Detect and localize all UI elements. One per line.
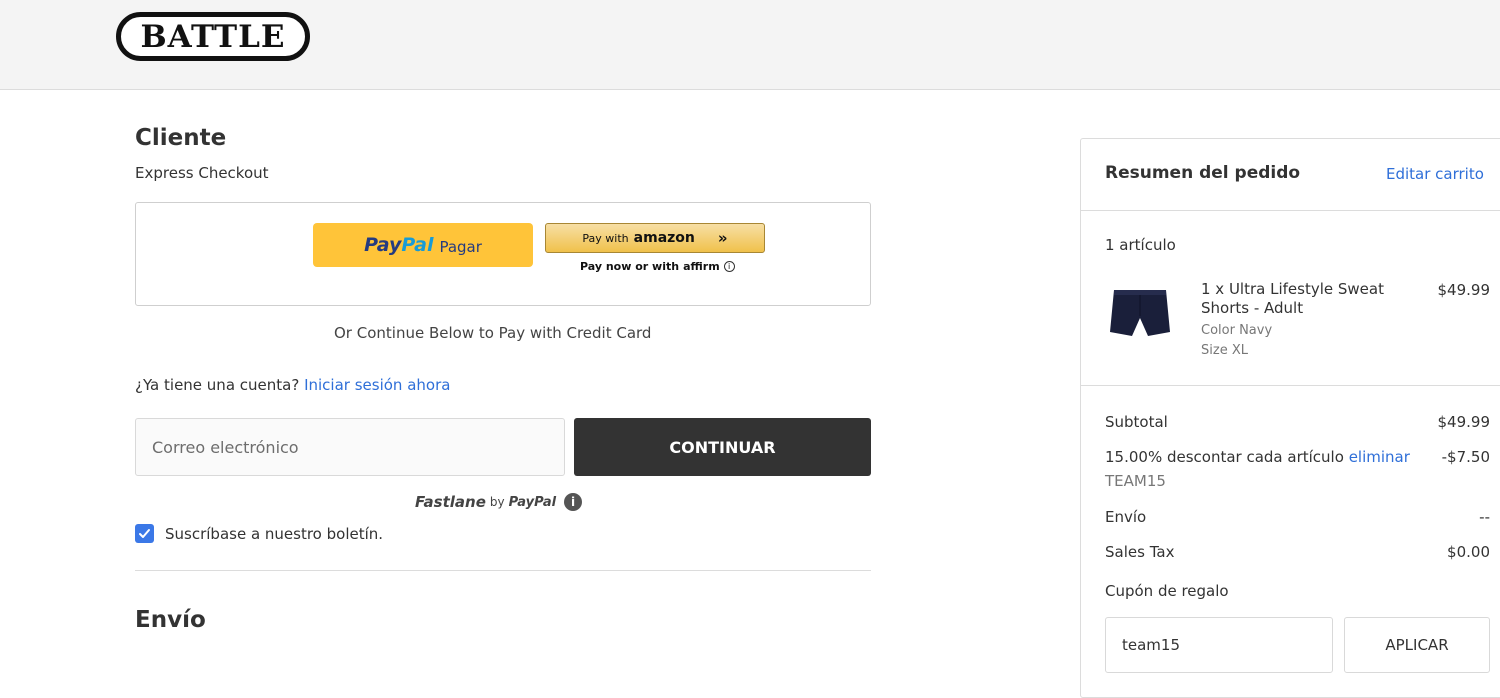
summary-divider [1080,210,1500,211]
product-image-shorts[interactable] [1108,286,1172,342]
paypal-pay-button[interactable]: PayPal Pagar [313,223,533,267]
subtotal-value: $49.99 [1437,413,1491,431]
double-chevron-right-icon: » [717,229,728,247]
battle-logo[interactable]: BATTLE [116,12,310,61]
paypal-pay-label: Pagar [439,237,482,256]
signin-link[interactable]: Iniciar sesión ahora [304,376,450,394]
amazon-pay-prefix: Pay with [582,231,629,245]
customer-section-title: Cliente [135,125,227,151]
tax-label: Sales Tax [1105,543,1175,561]
order-summary-title: Resumen del pedido [1105,163,1301,183]
account-question: ¿Ya tiene una cuenta? [135,376,300,394]
email-input[interactable] [135,418,565,476]
apply-coupon-button[interactable]: APLICAR [1344,617,1490,673]
checkmark-icon [139,529,150,538]
fastlane-by: by [489,495,505,509]
amazon-logo: amazon [633,230,695,246]
credit-card-note: Or Continue Below to Pay with Credit Car… [334,324,652,342]
affirm-text: Pay now or with [580,260,680,273]
fastlane-by-paypal: Fastlane by PayPal i [415,493,583,511]
fastlane-logo: Fastlane [415,493,486,511]
remove-discount-link[interactable]: eliminar [1349,448,1410,466]
info-icon[interactable]: i [723,261,735,272]
gift-coupon-label: Cupón de regalo [1105,582,1229,600]
logo-text: BATTLE [140,18,286,55]
affirm-logo: affirm [683,260,720,273]
shipping-section-title: Envío [135,607,206,633]
newsletter-label: Suscríbase a nuestro boletín. [165,525,384,543]
express-checkout-label: Express Checkout [135,164,269,182]
product-color: Color Navy [1201,323,1273,338]
newsletter-checkbox[interactable] [135,524,154,543]
coupon-input[interactable] [1105,617,1333,673]
discount-value: -$7.50 [1441,448,1490,466]
section-divider [135,570,871,571]
paypal-logo: PayPal [364,234,434,256]
product-size: Size XL [1201,343,1248,358]
summary-divider [1080,385,1500,386]
discount-label: 15.00% descontar cada artículo [1105,448,1344,466]
amazon-pay-button[interactable]: Pay with amazon » [545,223,765,253]
shipping-value: -- [1479,508,1490,526]
info-icon[interactable]: i [564,493,583,511]
shipping-label: Envío [1105,508,1147,526]
fastlane-paypal: PayPal [508,494,557,510]
affirm-message: Pay now or with affirm i [580,260,735,273]
subtotal-label: Subtotal [1105,413,1168,431]
account-prompt: ¿Ya tiene una cuenta? Iniciar sesión aho… [135,376,450,394]
discount-code: TEAM15 [1105,472,1166,490]
product-price: $49.99 [1437,281,1491,299]
edit-cart-link[interactable]: Editar carrito [1386,165,1484,183]
site-header: BATTLE [0,0,1500,90]
discount-line: 15.00% descontar cada artículo eliminar [1105,448,1410,466]
item-count: 1 artículo [1105,236,1176,254]
product-name-line1: 1 x Ultra Lifestyle Sweat [1201,280,1384,298]
tax-value: $0.00 [1447,543,1490,561]
product-name-line2: Shorts - Adult [1201,299,1304,317]
continue-button[interactable]: CONTINUAR [574,418,871,476]
